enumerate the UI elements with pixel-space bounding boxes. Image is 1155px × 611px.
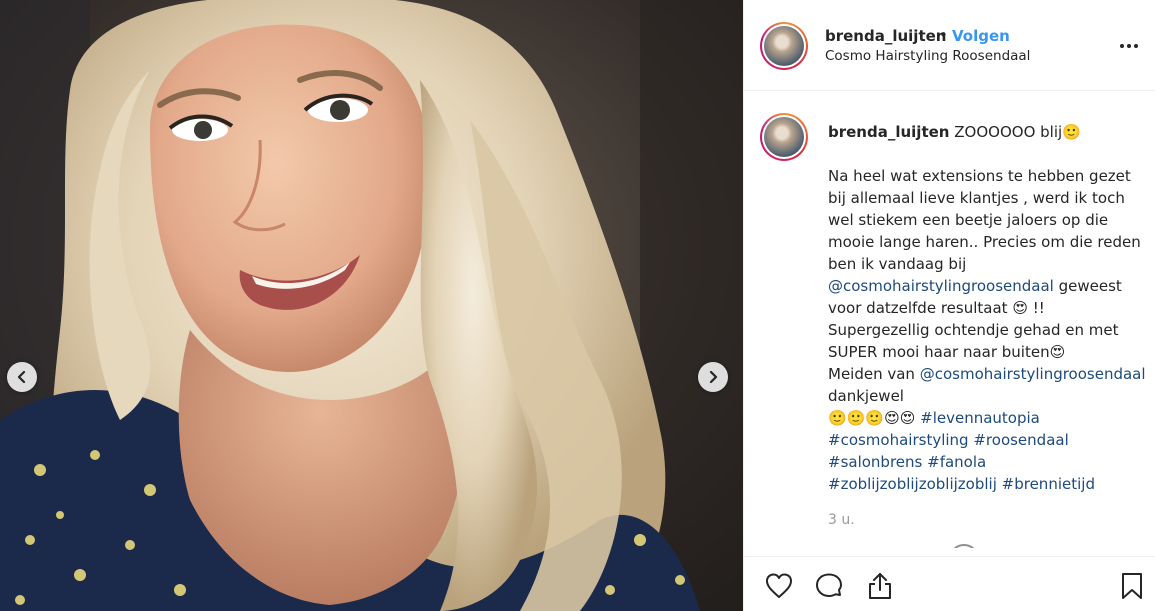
post-caption: brenda_luijten ZOOOOOO blij🙂 Na heel wat … xyxy=(828,121,1148,495)
share-icon[interactable] xyxy=(865,571,895,601)
heart-eyes-emoji: 😍 xyxy=(884,409,900,427)
post-photo xyxy=(0,0,743,611)
separator-dot: • xyxy=(939,26,948,44)
hashtag-link[interactable]: #salonbrens xyxy=(828,453,922,471)
avatar[interactable] xyxy=(760,22,808,70)
caption-intro: ZOOOOOO blij xyxy=(954,123,1063,141)
smile-emoji: 🙂 xyxy=(1062,123,1081,141)
chevron-right-icon xyxy=(709,371,718,383)
hashtag-link[interactable]: #levennautopia xyxy=(920,409,1040,427)
heart-eyes-emoji: 😍 xyxy=(1012,299,1028,317)
comment-bubble-icon[interactable] xyxy=(814,571,844,601)
more-horizontal-icon[interactable] xyxy=(1117,34,1141,58)
action-bar xyxy=(744,556,1155,611)
chevron-left-icon xyxy=(17,371,26,383)
header-username[interactable]: brenda_luijten xyxy=(825,27,946,45)
post-timestamp: 3 u. xyxy=(828,512,855,528)
smile-emoji: 🙂 xyxy=(865,409,885,427)
hashtag-link[interactable]: #cosmohairstyling xyxy=(828,431,969,449)
follow-button[interactable]: Volgen xyxy=(952,27,1010,45)
post-side-panel: brenda_luijten • Volgen Cosmo Hairstylin… xyxy=(743,0,1155,611)
caption-avatar[interactable] xyxy=(760,113,808,161)
post-header: brenda_luijten • Volgen Cosmo Hairstylin… xyxy=(744,0,1155,91)
hashtag-link[interactable]: #brennietijd xyxy=(1002,475,1095,493)
mention-link[interactable]: @cosmohairstylingroosendaal xyxy=(828,277,1054,295)
heart-icon[interactable] xyxy=(764,571,794,601)
caption-text-1: Na heel wat extensions te hebben gezet b… xyxy=(828,167,1146,273)
load-more-comments-spinner xyxy=(949,544,979,548)
post-media[interactable] xyxy=(0,0,743,611)
bookmark-icon[interactable] xyxy=(1117,571,1147,601)
heart-eyes-emoji: 😍 xyxy=(1049,343,1066,361)
hashtag-link[interactable]: #fanola xyxy=(927,453,986,471)
mention-link[interactable]: @cosmohairstylingroosendaal xyxy=(920,365,1146,383)
location-link[interactable]: Cosmo Hairstyling Roosendaal xyxy=(825,48,1030,64)
hashtag-link[interactable]: #zoblijzoblijzoblijzoblij xyxy=(828,475,997,493)
carousel-next-button[interactable] xyxy=(698,362,728,392)
smile-emoji: 🙂 xyxy=(846,409,866,427)
heart-eyes-emoji: 😍 xyxy=(899,409,916,427)
comments-section[interactable]: brenda_luijten ZOOOOOO blij🙂 Na heel wat … xyxy=(744,92,1155,548)
carousel-prev-button[interactable] xyxy=(7,362,37,392)
hashtag-link[interactable]: #roosendaal xyxy=(973,431,1068,449)
caption-username[interactable]: brenda_luijten xyxy=(828,123,949,141)
smile-emoji: 🙂 xyxy=(828,409,847,427)
caption-text-3: Meiden van xyxy=(828,365,920,383)
